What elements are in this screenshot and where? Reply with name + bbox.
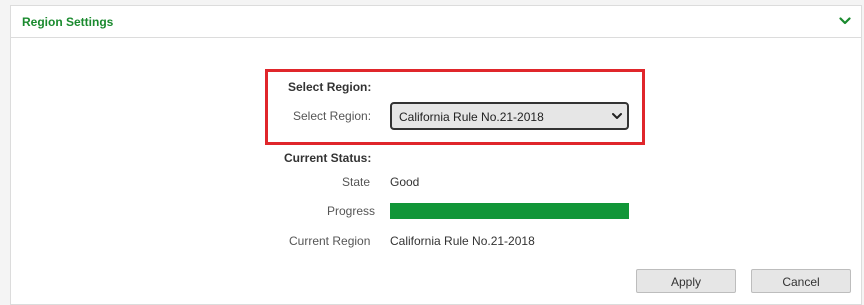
region-select[interactable]: California Rule No.21-2018: [390, 102, 629, 130]
select-region-field-label: Select Region:: [293, 109, 372, 123]
panel-header[interactable]: Region Settings: [11, 6, 861, 38]
chevron-down-icon[interactable]: [839, 16, 851, 26]
state-label: State: [342, 175, 371, 189]
current-region-label: Current Region: [289, 234, 371, 248]
select-region-section-label: Select Region:: [288, 80, 372, 94]
cancel-button[interactable]: Cancel: [751, 269, 851, 293]
panel-title: Region Settings: [22, 15, 114, 29]
region-settings-panel: Region Settings Select Region: Select Re…: [10, 5, 862, 305]
current-status-section-label: Current Status:: [284, 151, 372, 165]
progress-bar-fill: [390, 203, 629, 219]
state-value: Good: [390, 175, 420, 189]
progress-bar: [390, 203, 629, 219]
chevron-down-icon: [612, 113, 622, 119]
progress-label: Progress: [327, 204, 376, 218]
region-select-value: California Rule No.21-2018: [399, 110, 544, 124]
current-region-value: California Rule No.21-2018: [390, 234, 535, 248]
apply-button[interactable]: Apply: [636, 269, 736, 293]
